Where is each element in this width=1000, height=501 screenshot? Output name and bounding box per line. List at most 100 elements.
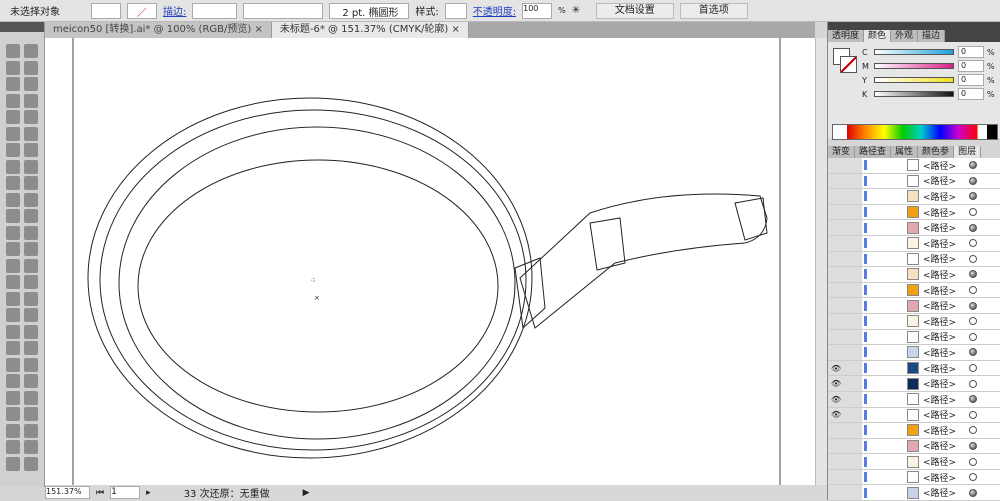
channel-value[interactable]: 0	[958, 74, 984, 86]
tool-button[interactable]	[24, 456, 38, 471]
tool-button[interactable]	[24, 390, 38, 405]
tool-button[interactable]	[6, 291, 20, 306]
visibility-toggle[interactable]	[828, 329, 862, 345]
tool-button[interactable]	[6, 308, 20, 322]
vertical-scrollbar[interactable]	[815, 38, 827, 485]
visibility-toggle[interactable]	[828, 313, 862, 329]
layer-name[interactable]: <路径>	[923, 439, 969, 452]
target-icon[interactable]	[969, 395, 977, 404]
tab-layers_panel-3[interactable]: 颜色参	[918, 146, 955, 158]
tool-button[interactable]	[24, 209, 38, 223]
layer-row[interactable]: 👁 <路径>	[828, 360, 1000, 377]
layer-row[interactable]: <路径>	[828, 423, 1000, 439]
layer-row[interactable]: 👁 <路径>	[828, 407, 1000, 424]
tool-button[interactable]	[6, 407, 20, 421]
layer-name[interactable]: <路径>	[923, 221, 969, 234]
layer-name[interactable]: <路径>	[923, 393, 969, 406]
zoom-select[interactable]: 151.37%	[45, 486, 90, 499]
opacity-input[interactable]: 100	[522, 2, 553, 19]
tool-button[interactable]	[6, 242, 20, 256]
visibility-toggle[interactable]	[828, 438, 862, 454]
layer-name[interactable]: <路径>	[923, 408, 969, 421]
target-icon[interactable]	[969, 270, 977, 279]
tool-button[interactable]	[24, 324, 38, 339]
visibility-toggle[interactable]	[828, 454, 862, 469]
tool-button[interactable]	[24, 341, 38, 355]
visibility-toggle[interactable]	[828, 173, 862, 189]
visibility-toggle[interactable]: 👁	[828, 391, 862, 407]
layer-row[interactable]: <路径>	[828, 282, 1000, 299]
layer-row[interactable]: <路径>	[828, 469, 1000, 486]
layer-name[interactable]: <路径>	[923, 268, 969, 281]
tab-layers_panel-2[interactable]: 属性	[891, 146, 919, 158]
layer-name[interactable]: <路径>	[923, 299, 969, 312]
tab-color_panel-0[interactable]: 透明度	[828, 30, 865, 42]
tool-button[interactable]	[24, 357, 38, 372]
layer-name[interactable]: <路径>	[923, 237, 969, 250]
target-icon[interactable]	[969, 286, 977, 295]
channel-value[interactable]: 0	[958, 88, 984, 100]
stroke-weight-input[interactable]	[192, 2, 238, 19]
tool-button[interactable]	[6, 324, 20, 339]
visibility-toggle[interactable]: 👁	[828, 360, 862, 376]
channel-value[interactable]: 0	[958, 46, 984, 58]
visibility-toggle[interactable]	[828, 158, 862, 173]
tool-button[interactable]	[24, 126, 38, 141]
tab-layers_panel-4[interactable]: 图层	[954, 146, 982, 158]
target-icon[interactable]	[969, 348, 977, 357]
document-setup-button[interactable]: 文档设置	[595, 2, 674, 19]
layer-name[interactable]: <路径>	[923, 486, 969, 499]
tool-button[interactable]	[24, 275, 38, 289]
stroke-swatch[interactable]	[840, 56, 857, 73]
tool-button[interactable]	[6, 110, 20, 124]
visibility-toggle[interactable]	[828, 189, 862, 204]
tab-layers_panel-1[interactable]: 路径查	[855, 146, 892, 158]
channel-slider[interactable]	[874, 77, 954, 83]
layer-row[interactable]: <路径>	[828, 345, 1000, 361]
visibility-toggle[interactable]	[828, 298, 862, 313]
visibility-toggle[interactable]	[828, 423, 862, 438]
tool-button[interactable]	[24, 192, 38, 207]
variable-width-select[interactable]	[243, 2, 324, 19]
target-icon[interactable]	[969, 254, 977, 263]
tool-button[interactable]	[6, 93, 20, 108]
visibility-toggle[interactable]	[828, 282, 862, 298]
visibility-toggle[interactable]	[828, 345, 862, 360]
tool-button[interactable]	[6, 440, 20, 454]
visibility-toggle[interactable]	[828, 204, 862, 220]
target-icon[interactable]	[969, 239, 977, 248]
target-icon[interactable]	[969, 332, 977, 341]
tool-button[interactable]	[24, 258, 38, 273]
target-icon[interactable]	[969, 301, 977, 310]
tool-button[interactable]	[24, 374, 38, 388]
layer-row[interactable]: <路径>	[828, 204, 1000, 221]
layer-name[interactable]: <路径>	[923, 315, 969, 328]
layer-name[interactable]: <路径>	[923, 424, 969, 437]
tool-button[interactable]	[24, 159, 38, 174]
tool-button[interactable]	[6, 209, 20, 223]
layer-row[interactable]: <路径>	[828, 329, 1000, 346]
target-icon[interactable]	[969, 441, 977, 450]
style-select[interactable]	[444, 2, 467, 19]
channel-slider[interactable]	[874, 91, 954, 97]
layer-name[interactable]: <路径>	[923, 284, 969, 297]
layer-name[interactable]: <路径>	[923, 377, 969, 390]
layer-row[interactable]: <路径>	[828, 313, 1000, 330]
tool-button[interactable]	[6, 77, 20, 91]
target-icon[interactable]	[969, 317, 977, 326]
tool-button[interactable]	[6, 390, 20, 405]
tool-button[interactable]	[6, 258, 20, 273]
stroke-link[interactable]: 描边:	[163, 3, 186, 18]
tab-meicon50[interactable]: meicon50 [转换].ai* @ 100% (RGB/预览) ×	[45, 22, 272, 38]
layer-row[interactable]: <路径>	[828, 438, 1000, 455]
layer-row[interactable]: <路径>	[828, 298, 1000, 314]
tab-layers_panel-0[interactable]: 渐变	[828, 146, 856, 158]
tool-button[interactable]	[24, 225, 38, 240]
color-spectrum[interactable]	[832, 124, 998, 140]
toolbox-header[interactable]	[0, 22, 44, 32]
tool-button[interactable]	[6, 143, 20, 157]
tool-button[interactable]	[24, 44, 38, 58]
layer-name[interactable]: <路径>	[923, 252, 969, 265]
visibility-toggle[interactable]	[828, 485, 862, 501]
tool-button[interactable]	[6, 341, 20, 355]
